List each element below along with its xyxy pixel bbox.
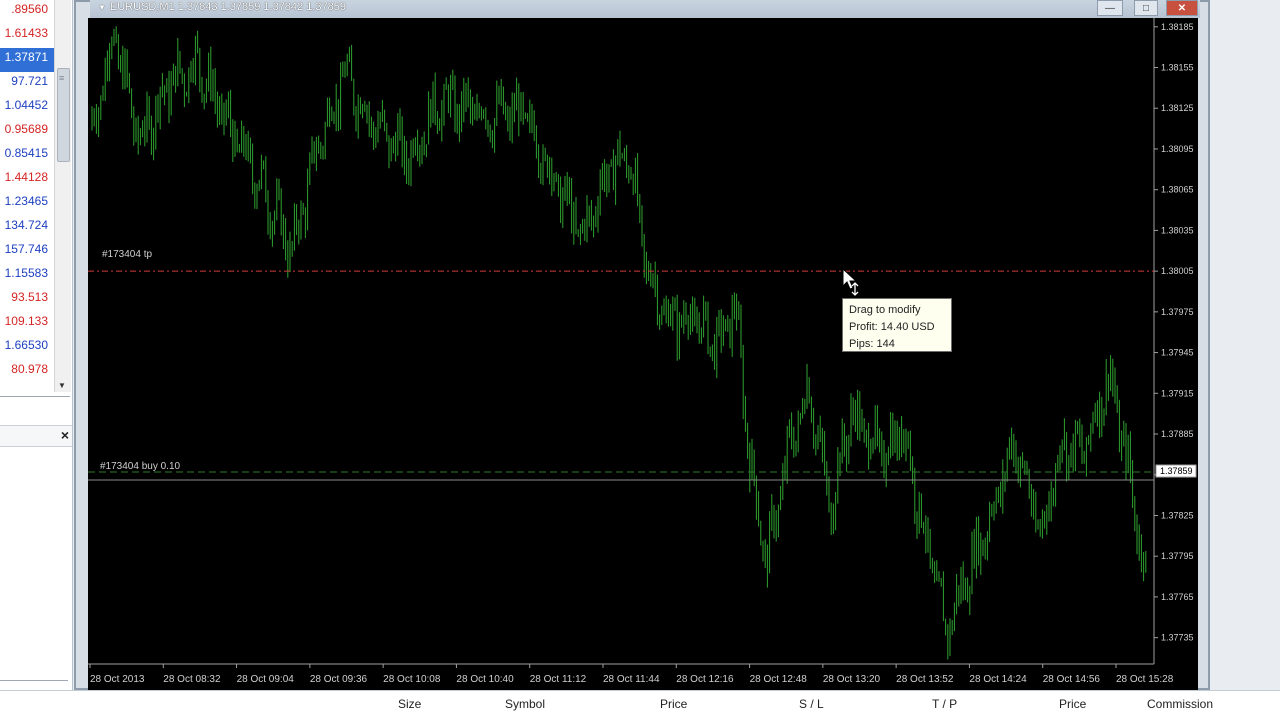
- x-tick-label: 28 Oct 15:28: [1116, 674, 1174, 685]
- y-tick-label: 1.38185: [1161, 22, 1194, 32]
- price-item[interactable]: 109.133: [0, 312, 54, 336]
- x-tick-label: 28 Oct 10:08: [383, 674, 441, 685]
- y-tick-label: 1.38125: [1161, 103, 1194, 113]
- chart-title-text: EURUSD,M1 1.37843 1.37859 1.37842 1.3785…: [109, 1, 346, 13]
- grip-icon: ≡: [59, 73, 65, 83]
- x-tick-label: 28 Oct 10:40: [456, 674, 514, 685]
- price-item[interactable]: 1.37871: [0, 48, 54, 72]
- tp-order-label: #173404 tp: [102, 249, 153, 260]
- x-tick-label: 28 Oct 13:52: [896, 674, 954, 685]
- x-tick-label: 28 Oct 11:44: [603, 674, 660, 685]
- market-watch-scrollbar[interactable]: ≡ ▼: [54, 0, 71, 392]
- column-header[interactable]: Price: [1059, 697, 1086, 711]
- navigator-header: ×: [0, 425, 72, 447]
- tooltip-action: Drag to modify: [849, 304, 921, 316]
- chart-title: ▼ EURUSD,M1 1.37843 1.37859 1.37842 1.378…: [98, 1, 346, 13]
- y-tick-label: 1.37825: [1161, 510, 1194, 520]
- buy-order-label: #173404 buy 0.10: [100, 461, 181, 472]
- tooltip-pips: Pips: 144: [849, 338, 895, 350]
- close-icon[interactable]: ×: [61, 427, 69, 443]
- y-tick-label: 1.37885: [1161, 429, 1194, 439]
- price-item[interactable]: 0.95689: [0, 120, 54, 144]
- x-tick-label: 28 Oct 12:16: [676, 674, 734, 685]
- price-item[interactable]: 97.721: [0, 72, 54, 96]
- price-item[interactable]: 1.61433: [0, 24, 54, 48]
- y-tick-label: 1.38155: [1161, 63, 1194, 73]
- market-watch-panel: .89560 1.61433 1.37871 97.721 1.04452 0.95689…: [0, 0, 73, 690]
- price-item[interactable]: 1.44128: [0, 168, 54, 192]
- x-tick-label: 28 Oct 11:12: [530, 674, 587, 685]
- y-tick-label: 1.37795: [1161, 551, 1194, 561]
- column-header[interactable]: Size: [398, 697, 421, 711]
- chart-background: [88, 18, 1154, 664]
- price-item[interactable]: 1.66530: [0, 336, 54, 360]
- scrollbar-thumb[interactable]: ≡: [57, 68, 70, 162]
- current-price-label: 1.37859: [1160, 466, 1193, 476]
- price-item[interactable]: 157.746: [0, 240, 54, 264]
- column-header[interactable]: Symbol: [505, 697, 545, 711]
- y-tick-label: 1.37945: [1161, 348, 1194, 358]
- maximize-button[interactable]: □: [1134, 0, 1158, 16]
- price-item[interactable]: 0.85415: [0, 144, 54, 168]
- close-button[interactable]: ✕: [1166, 0, 1198, 16]
- column-header[interactable]: Price: [660, 697, 687, 711]
- column-header[interactable]: S / L: [799, 697, 824, 711]
- minimize-button[interactable]: —: [1097, 0, 1123, 16]
- chart-menu-arrow-icon[interactable]: ▼: [98, 3, 106, 12]
- scroll-down-arrow-icon[interactable]: ▼: [58, 381, 66, 390]
- price-item[interactable]: 1.15583: [0, 264, 54, 288]
- y-tick-label: 1.37975: [1161, 307, 1194, 317]
- y-tick-label: 1.38095: [1161, 144, 1194, 154]
- y-tick-label: 1.38035: [1161, 225, 1194, 235]
- x-tick-label: 28 Oct 09:36: [310, 674, 368, 685]
- x-tick-label: 28 Oct 2013: [90, 674, 145, 685]
- mouse-cursor-icon: [842, 268, 859, 296]
- price-item[interactable]: 93.513: [0, 288, 54, 312]
- terminal-header: Size Symbol Price S / L T / P Price Commission: [0, 690, 1280, 721]
- divider: [0, 396, 70, 397]
- x-tick-label: 28 Oct 12:48: [750, 674, 808, 685]
- column-header[interactable]: Commission: [1147, 697, 1213, 711]
- divider: [0, 680, 68, 681]
- drag-tooltip: Drag to modify Profit: 14.40 USD Pips: 1…: [842, 298, 952, 352]
- y-tick-label: 1.37765: [1161, 592, 1194, 602]
- y-tick-label: 1.38005: [1161, 266, 1194, 276]
- price-item[interactable]: .89560: [0, 0, 54, 24]
- y-tick-label: 1.37735: [1161, 633, 1194, 643]
- x-tick-label: 28 Oct 09:04: [237, 674, 295, 685]
- tooltip-profit: Profit: 14.40 USD: [849, 321, 935, 333]
- x-tick-label: 28 Oct 14:56: [1043, 674, 1101, 685]
- price-item[interactable]: 1.23465: [0, 192, 54, 216]
- price-item[interactable]: 134.724: [0, 216, 54, 240]
- price-list: .89560 1.61433 1.37871 97.721 1.04452 0.95689…: [0, 0, 54, 384]
- y-tick-label: 1.37915: [1161, 388, 1194, 398]
- y-tick-label: 1.38065: [1161, 185, 1194, 195]
- x-tick-label: 28 Oct 13:20: [823, 674, 881, 685]
- x-tick-label: 28 Oct 08:32: [163, 674, 221, 685]
- x-tick-label: 28 Oct 14:24: [969, 674, 1027, 685]
- price-item[interactable]: 1.04452: [0, 96, 54, 120]
- price-chart[interactable]: 1.38185 1.38155 1.38125 1.38095 1.38065 1.380…: [88, 18, 1198, 690]
- column-header[interactable]: T / P: [932, 697, 957, 711]
- price-item[interactable]: 80.978: [0, 360, 54, 384]
